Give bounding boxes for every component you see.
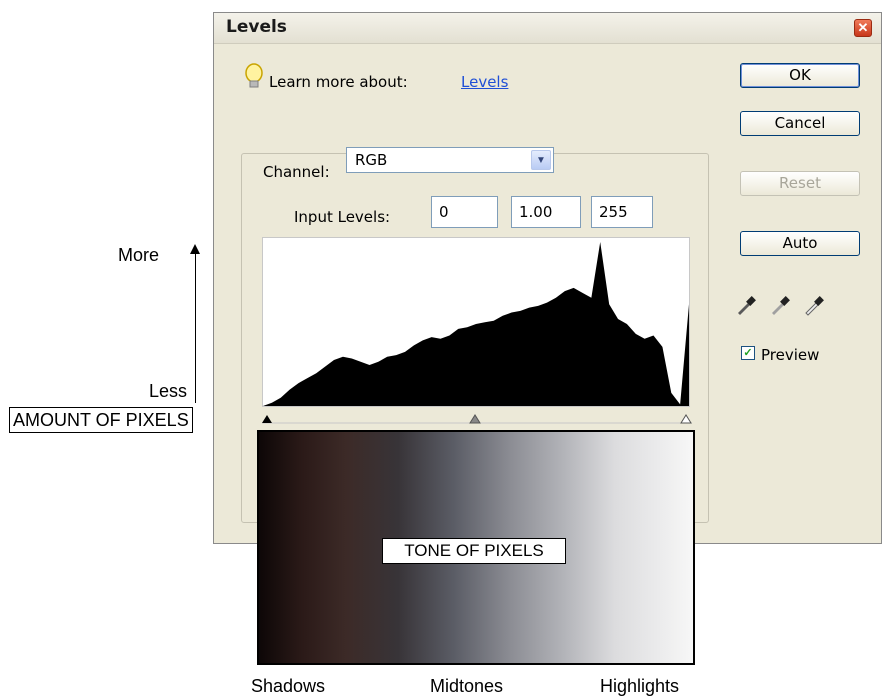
learn-more-link[interactable]: Levels: [461, 73, 508, 91]
tone-of-pixels-label: TONE OF PIXELS: [382, 538, 566, 564]
arrow-line: [195, 253, 196, 403]
gray-eyedropper-icon[interactable]: [768, 293, 792, 317]
channel-label: Channel:: [260, 163, 333, 181]
gamma-slider[interactable]: [469, 414, 481, 424]
midtones-label: Midtones: [430, 676, 504, 696]
input-slider[interactable]: [262, 411, 692, 425]
black-point-slider[interactable]: [262, 415, 272, 423]
shadows-label: Shadows: [251, 676, 326, 696]
ok-button[interactable]: OK: [740, 63, 860, 88]
learn-more-label: Learn more about:: [269, 73, 408, 91]
lightbulb-icon: [245, 63, 263, 88]
input-gamma-field[interactable]: 1.00: [511, 196, 581, 228]
black-eyedropper-icon[interactable]: [734, 293, 758, 317]
preview-label: Preview: [761, 346, 820, 364]
dropdown-arrow-icon[interactable]: ▼: [531, 150, 551, 170]
channel-select[interactable]: RGB ▼: [346, 147, 554, 173]
channel-value: RGB: [355, 151, 388, 169]
input-black-field[interactable]: 0: [431, 196, 498, 228]
histogram-shape: [263, 241, 689, 406]
reset-button[interactable]: Reset: [740, 171, 860, 196]
highlights-label: Highlights: [600, 676, 680, 696]
auto-button[interactable]: Auto: [740, 231, 860, 256]
close-icon[interactable]: ✕: [854, 19, 872, 37]
amount-of-pixels-label: AMOUNT OF PIXELS: [9, 407, 193, 433]
cancel-button[interactable]: Cancel: [740, 111, 860, 136]
white-eyedropper-icon[interactable]: [802, 293, 826, 317]
white-point-slider[interactable]: [680, 414, 692, 424]
input-white-field[interactable]: 255: [591, 196, 653, 228]
less-label: Less: [149, 381, 188, 401]
preview-checkbox[interactable]: ✓: [741, 346, 755, 360]
title-bar[interactable]: Levels ✕: [214, 13, 881, 44]
input-levels-label: Input Levels:: [294, 208, 391, 226]
more-label: More: [118, 245, 160, 265]
dialog-title: Levels: [226, 17, 287, 37]
histogram: [262, 237, 690, 407]
